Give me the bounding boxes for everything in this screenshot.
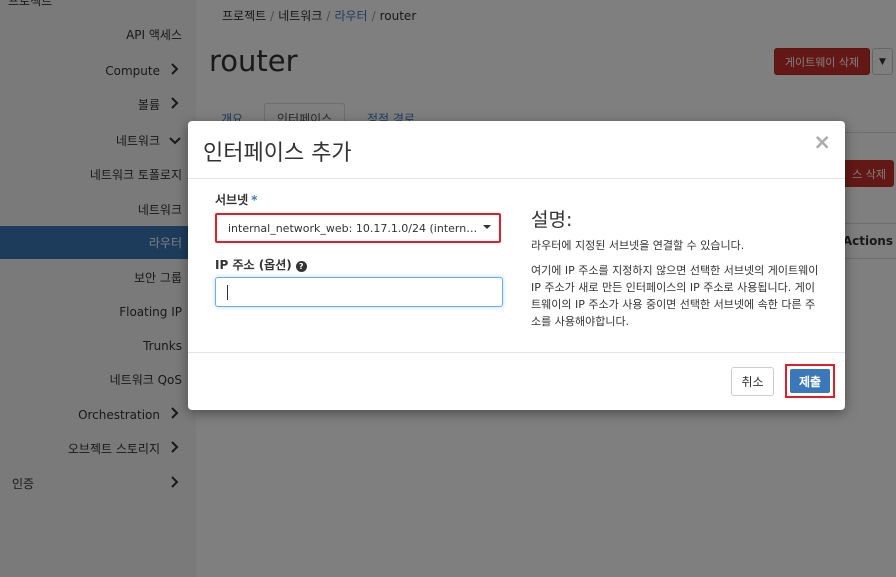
submit-highlight: 제출 (785, 364, 835, 398)
subnet-label: 서브넷 * (215, 191, 257, 208)
subnet-label-text: 서브넷 (215, 193, 249, 207)
ip-address-label: IP 주소 (옵션)? (215, 256, 307, 273)
modal-footer: 취소 제출 (188, 352, 845, 410)
description-title: 설명: (531, 209, 573, 231)
description-text-1: 라우터에 지정된 서브넷을 연결할 수 있습니다. (531, 239, 745, 252)
modal-body: 서브넷 * internal_network_web: 10.17.1.0/24 … (188, 179, 845, 352)
add-interface-modal: 인터페이스 추가 × 서브넷 * internal_network_web: 10… (188, 121, 845, 410)
text-cursor (227, 285, 228, 300)
ip-address-input[interactable] (215, 277, 503, 307)
submit-button[interactable]: 제출 (790, 369, 830, 393)
subnet-select[interactable]: internal_network_web: 10.17.1.0/24 (inte… (215, 213, 501, 243)
ip-address-label-text: IP 주소 (옵션) (215, 258, 292, 272)
caret-down-icon (483, 225, 491, 229)
modal-header: 인터페이스 추가 × (188, 121, 845, 179)
cancel-button[interactable]: 취소 (731, 367, 774, 396)
question-circle-icon[interactable]: ? (295, 261, 307, 272)
subnet-select-value: internal_network_web: 10.17.1.0/24 (inte… (228, 221, 478, 235)
description-text-2: 여기에 IP 주소를 지정하지 않으면 선택한 서브넷의 게이트웨이 IP 주소… (531, 264, 819, 328)
required-marker: * (251, 193, 258, 207)
close-icon[interactable]: × (813, 130, 831, 154)
modal-title: 인터페이스 추가 (203, 141, 352, 166)
